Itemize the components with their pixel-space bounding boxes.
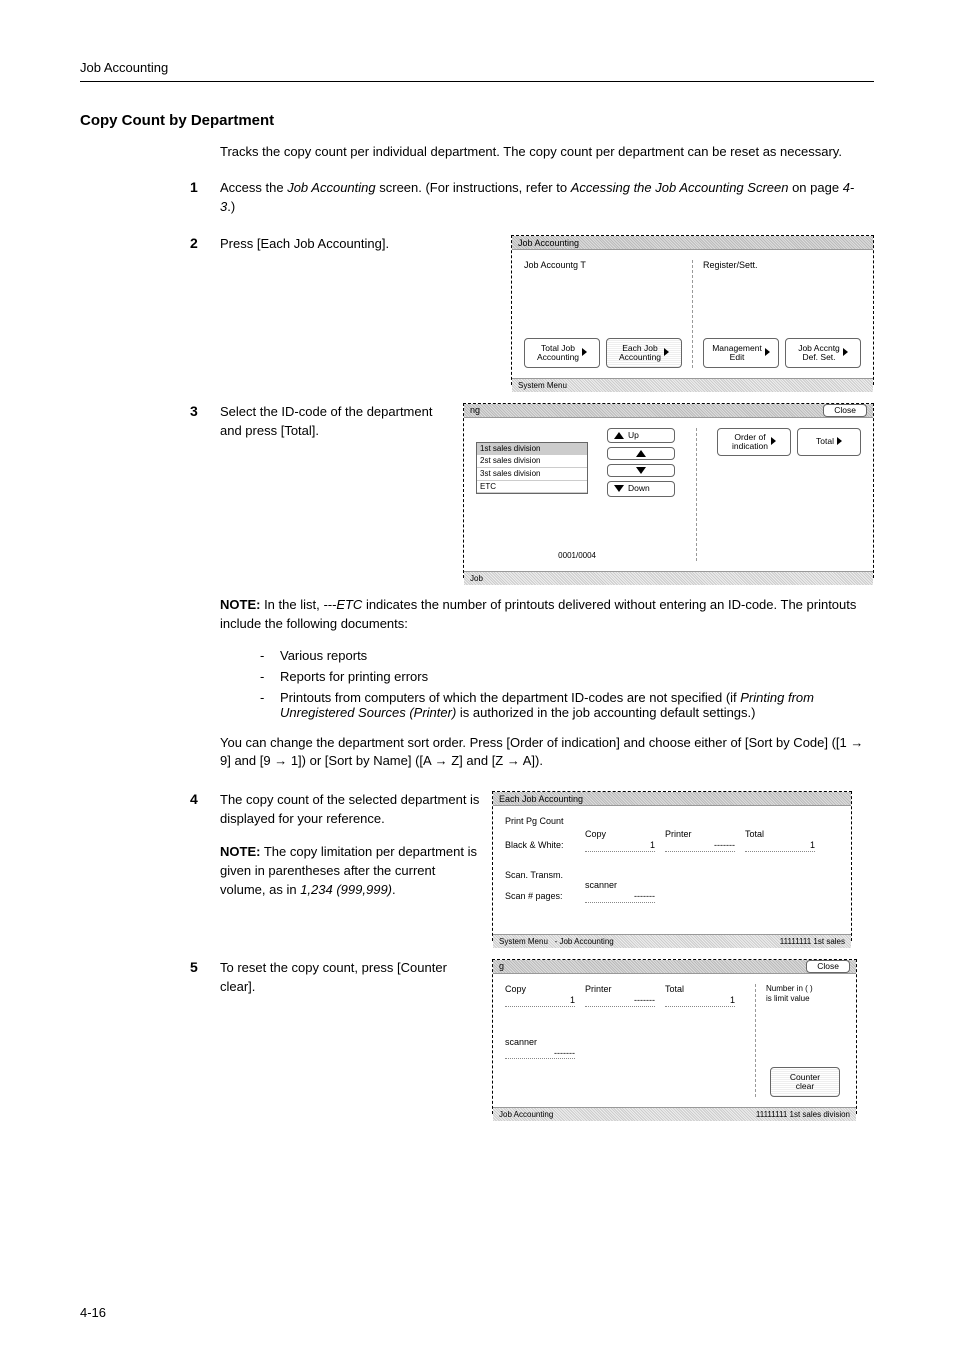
value: 1	[745, 840, 815, 852]
panel-title: g Close	[493, 960, 856, 974]
value: -------	[585, 891, 655, 903]
intro-paragraph: Tracks the copy count per individual dep…	[220, 143, 874, 161]
row-label: Scan. Transm.	[505, 870, 839, 881]
value: 1	[665, 995, 735, 1007]
close-button[interactable]: Close	[823, 404, 867, 417]
department-listbox[interactable]: 1st sales division 2st sales division 3s…	[476, 442, 588, 494]
step-number: 4	[190, 791, 220, 807]
page-indicator: 0001/0004	[476, 551, 596, 561]
header-rule	[80, 81, 874, 82]
label: Job Accountg T	[524, 260, 682, 271]
step-number: 3	[190, 403, 220, 419]
col-header: scanner	[585, 880, 665, 891]
step-5: 5 To reset the copy count, press [Counte…	[80, 959, 874, 1114]
list-item[interactable]: 1st sales division	[477, 443, 587, 456]
step-2: 2 Press [Each Job Accounting]. Job Accou…	[80, 235, 874, 385]
step-3: 3 Select the ID-code of the department a…	[80, 403, 874, 578]
bottom-button[interactable]: Down	[607, 481, 675, 496]
value: -------	[665, 840, 735, 852]
list-item[interactable]: 3st sales division	[477, 468, 587, 481]
col-header: Printer	[585, 984, 665, 995]
step-number: 5	[190, 959, 220, 975]
note-bullet-list: Various reports Reports for printing err…	[260, 648, 874, 720]
chevron-up-icon	[614, 432, 624, 439]
panel-footer: Job	[464, 571, 873, 585]
panel-footer: Job Accounting 11111111 1st sales divisi…	[493, 1107, 856, 1121]
label: Register/Sett.	[703, 260, 861, 271]
counter-clear-button[interactable]: Counter clear	[770, 1067, 840, 1097]
note-etc: NOTE: In the list, ---ETC indicates the …	[220, 596, 874, 634]
list-item[interactable]: 2st sales division	[477, 455, 587, 468]
value: -------	[585, 995, 655, 1007]
screenshot-counter-clear: g Close Copy Printer Total 1 ------- 1	[492, 959, 857, 1114]
screenshot-department-select: ng Close 1st sales division 2st sales di…	[463, 403, 874, 578]
list-item: Reports for printing errors	[260, 669, 874, 684]
row-label: Scan # pages:	[505, 891, 585, 903]
legend: Number in ( ) is limit value	[766, 984, 844, 1003]
row-label: Print Pg Count	[505, 816, 839, 827]
page-number: 4-16	[80, 1305, 106, 1320]
management-edit-button[interactable]: Management Edit	[703, 338, 779, 368]
each-job-accounting-button[interactable]: Each Job Accounting	[606, 338, 682, 368]
step-text: To reset the copy count, press [Counter …	[220, 959, 492, 997]
value: 1	[585, 840, 655, 852]
step-number: 1	[190, 179, 220, 195]
step-4: 4 The copy count of the selected departm…	[80, 791, 874, 941]
row-label: Black & White:	[505, 840, 585, 852]
step-1: 1 Access the Job Accounting screen. (For…	[80, 179, 874, 217]
panel-title: Job Accounting	[512, 236, 873, 250]
top-button[interactable]: Up	[607, 428, 675, 443]
job-accntg-def-set-button[interactable]: Job Accntg Def. Set.	[785, 338, 861, 368]
total-job-accounting-button[interactable]: Total Job Accounting	[524, 338, 600, 368]
col-header: scanner	[505, 1037, 745, 1048]
col-header: Total	[665, 984, 745, 995]
chevron-down-icon	[636, 467, 646, 474]
step-text: Press [Each Job Accounting].	[220, 235, 511, 254]
value: -------	[505, 1048, 575, 1060]
panel-title: Each Job Accounting	[493, 792, 851, 806]
panel-footer: System Menu - Job Accounting 11111111 1s…	[493, 934, 851, 948]
col-header: Printer	[665, 829, 745, 840]
chevron-down-icon	[614, 485, 624, 492]
list-item: Various reports	[260, 648, 874, 663]
col-header: Total	[745, 829, 825, 840]
step-text: Access the Job Accounting screen. (For i…	[220, 179, 874, 217]
step-text: The copy count of the selected departmen…	[220, 791, 492, 899]
total-button[interactable]: Total	[797, 428, 861, 456]
step-text: Select the ID-code of the department and…	[220, 403, 463, 441]
step-number: 2	[190, 235, 220, 251]
up-button[interactable]	[607, 447, 675, 460]
list-item: Printouts from computers of which the de…	[260, 690, 874, 720]
col-header: Copy	[585, 829, 665, 840]
col-header: Copy	[505, 984, 585, 995]
chevron-up-icon	[636, 450, 646, 457]
close-button[interactable]: Close	[806, 960, 850, 973]
order-of-indication-button[interactable]: Order of indication	[717, 428, 791, 456]
page-title: Copy Count by Department	[80, 112, 874, 129]
sort-order-paragraph: You can change the department sort order…	[220, 734, 874, 772]
screenshot-copy-count: Each Job Accounting Print Pg Count Copy …	[492, 791, 852, 941]
panel-footer: System Menu	[512, 378, 873, 392]
down-button[interactable]	[607, 464, 675, 477]
running-header: Job Accounting	[80, 60, 874, 75]
panel-title: ng Close	[464, 404, 873, 418]
list-item[interactable]: ETC	[477, 481, 587, 494]
value: 1	[505, 995, 575, 1007]
screenshot-job-accounting: Job Accounting Job Accountg T Total Job …	[511, 235, 874, 385]
